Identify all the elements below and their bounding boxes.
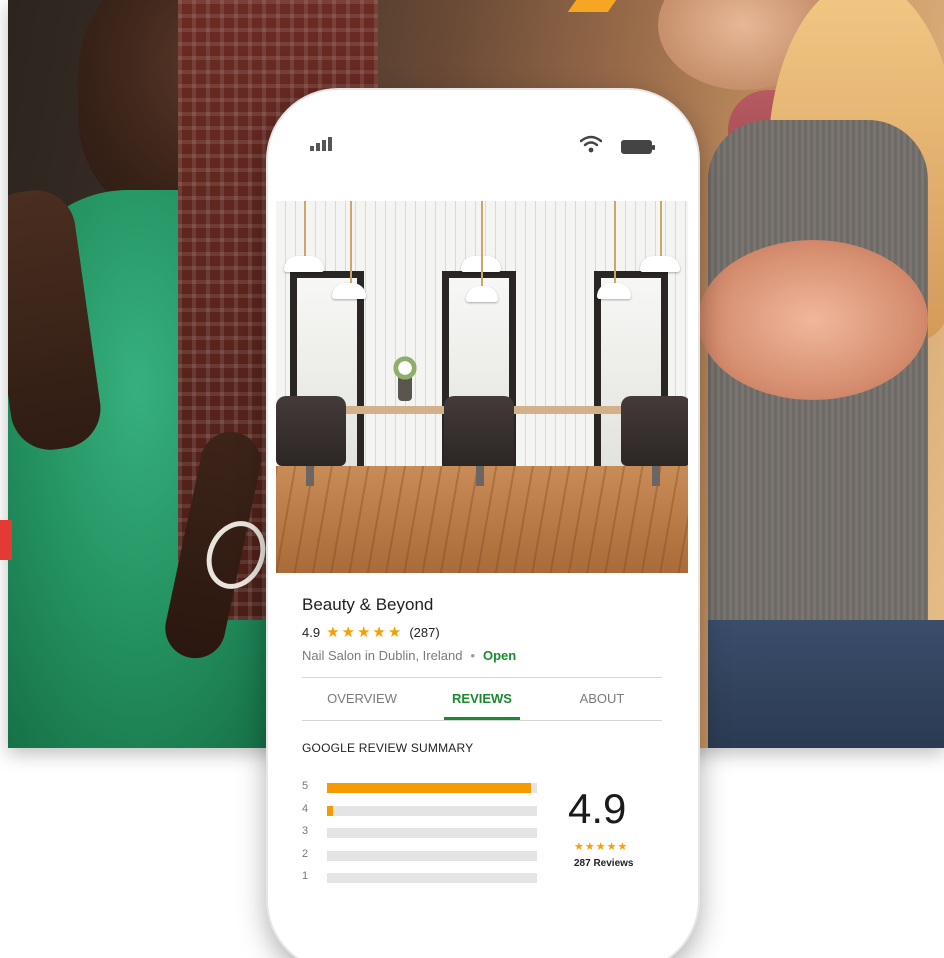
- signal-bars-icon: [310, 137, 332, 151]
- rating-bar-label: 5: [302, 780, 309, 792]
- tab-reviews[interactable]: REVIEWS: [422, 678, 542, 720]
- rating-bar-row: 4: [302, 803, 542, 826]
- rating-bar-label: 1: [302, 870, 309, 882]
- divider: [302, 720, 662, 721]
- lamp-cord: [660, 201, 662, 256]
- tab-about[interactable]: ABOUT: [542, 678, 662, 720]
- rating-value: 4.9: [302, 624, 321, 640]
- review-count-link[interactable]: (287): [409, 625, 439, 640]
- pendant-lamp: [640, 256, 680, 272]
- rating-bar-track: [327, 873, 537, 883]
- orange-accent-shape: [567, 0, 617, 12]
- rating-bar-label: 4: [302, 802, 309, 815]
- salon-chair: [276, 396, 346, 466]
- rating-bar-track: [327, 783, 537, 793]
- rating-bar-fill: [327, 805, 334, 816]
- rating-bar-track: [327, 850, 537, 861]
- chair-base: [476, 466, 484, 486]
- separator-dot: •: [470, 648, 475, 663]
- business-meta: Nail Salon in Dublin, Ireland • Open: [302, 648, 516, 663]
- pendant-lamp: [597, 283, 631, 299]
- lamp-cord: [304, 201, 306, 256]
- rating-bar-row: 3: [302, 825, 542, 848]
- lamp-cord: [350, 201, 352, 283]
- rating-bar-row: 1: [302, 870, 542, 893]
- lamp-cord: [481, 201, 483, 286]
- chair-base: [306, 466, 314, 486]
- tab-bar: OVERVIEW REVIEWS ABOUT: [302, 678, 662, 720]
- jeans: [708, 620, 944, 748]
- wifi-icon: [580, 135, 602, 153]
- total-reviews: 287 Reviews: [574, 858, 634, 869]
- review-summary-title: GOOGLE REVIEW SUMMARY: [302, 741, 474, 755]
- rating-bar-track: [327, 828, 537, 838]
- chair-base: [652, 466, 660, 486]
- salon-chair: [444, 396, 514, 466]
- red-accent-shape: [0, 520, 12, 560]
- score-stars-icon: ★★★★★: [574, 841, 629, 853]
- phone-mockup: Beauty & Beyond 4.9 ★★★★★ (287) Nail Sal…: [268, 90, 698, 958]
- rating-bar-row: 5: [302, 780, 542, 803]
- star-rating-icon: ★★★★★: [326, 624, 404, 641]
- rating-bar-label: 2: [302, 847, 309, 860]
- category-location: Nail Salon in Dublin, Ireland: [302, 648, 463, 663]
- rating-bar-row: 2: [302, 848, 542, 871]
- clapping-hands: [698, 240, 928, 400]
- flowers: [390, 356, 420, 380]
- lamp-cord: [614, 201, 616, 283]
- rating-bar-label: 3: [302, 825, 309, 837]
- rating-distribution: 5 4 3 2 1: [302, 780, 542, 893]
- tab-overview[interactable]: OVERVIEW: [302, 678, 422, 720]
- battery-icon: [621, 140, 655, 154]
- pendant-lamp: [284, 256, 324, 272]
- status-bar: [268, 90, 698, 200]
- salon-photo: [276, 201, 688, 573]
- average-score: 4.9: [568, 785, 627, 832]
- open-status: Open: [483, 648, 517, 663]
- rating-bar-track: [327, 805, 537, 816]
- business-name: Beauty & Beyond: [302, 595, 434, 614]
- rating-bar-fill: [327, 783, 531, 793]
- rating-row: 4.9 ★★★★★ (287): [302, 623, 440, 641]
- pendant-lamp: [466, 286, 498, 302]
- salon-chair: [621, 396, 688, 466]
- pendant-lamp: [332, 283, 366, 299]
